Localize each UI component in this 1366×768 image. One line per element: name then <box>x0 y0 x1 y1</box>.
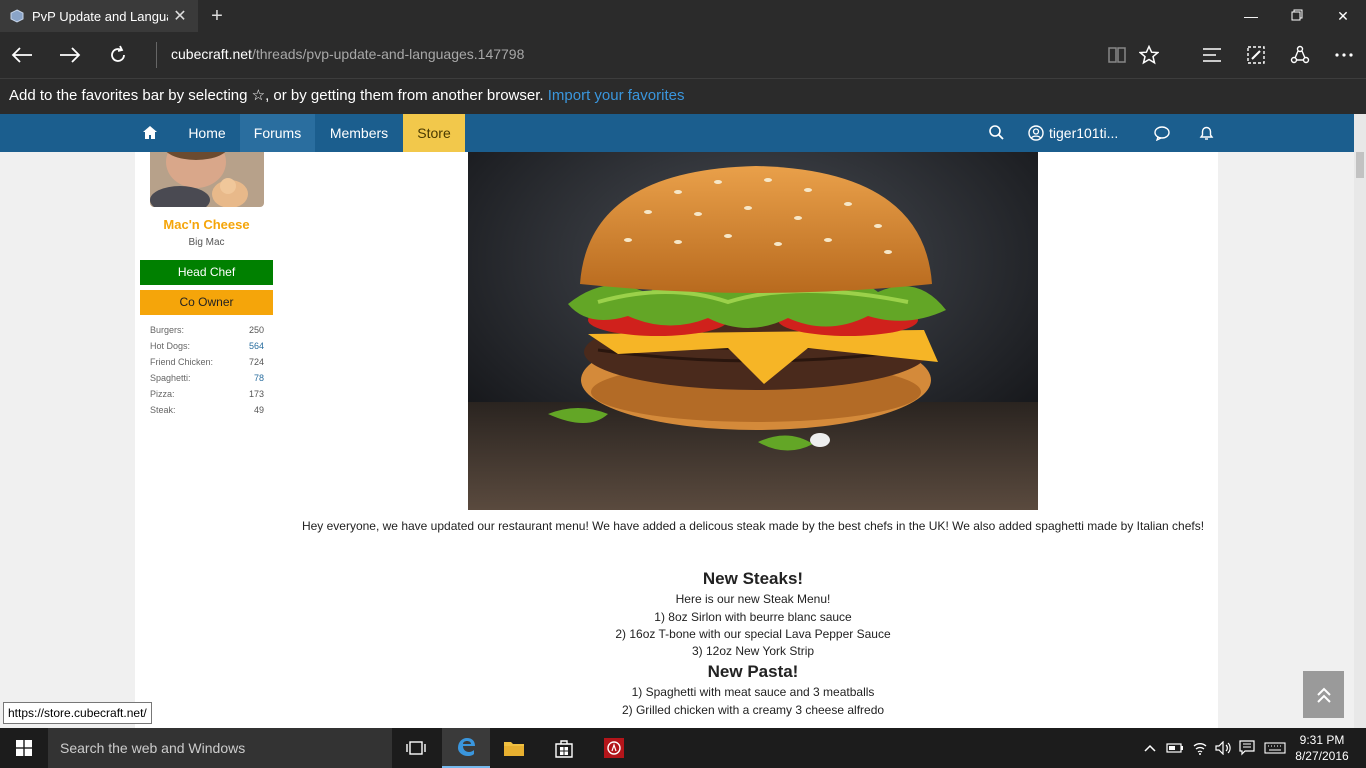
window-close-icon[interactable]: ✕ <box>1320 0 1366 32</box>
page-scrollbar[interactable] <box>1354 114 1366 728</box>
stat-value: 49 <box>253 405 264 415</box>
tab-title: PvP Update and Langua <box>32 8 168 24</box>
profile-title: Big Mac <box>188 237 225 248</box>
url-domain: cubecraft.net <box>171 46 252 62</box>
alerts-bell-icon[interactable] <box>1192 114 1220 152</box>
browser-tab[interactable]: PvP Update and Langua ✕ <box>0 0 198 32</box>
forward-arrow-icon[interactable] <box>54 39 86 71</box>
scroll-to-top-button[interactable] <box>1303 671 1344 718</box>
stat-value[interactable]: 564 <box>249 338 264 354</box>
post-intro: Hey everyone, we have updated our restau… <box>301 519 1205 533</box>
stat-value: 724 <box>248 357 264 367</box>
favorite-star-icon[interactable] <box>1133 39 1165 71</box>
import-favorites-link[interactable]: Import your favorites <box>548 87 685 104</box>
tab-close-icon[interactable]: ✕ <box>168 6 192 26</box>
nav-home[interactable]: Home <box>174 114 240 152</box>
stat-row: Burgers: 250 <box>150 322 264 338</box>
home-icon[interactable] <box>135 114 165 152</box>
steaks-subtitle: Here is our new Steak Menu! <box>675 592 831 606</box>
stat-row: Spaghetti: 78 <box>150 370 264 386</box>
username: tiger101ti... <box>1049 125 1119 141</box>
refresh-icon[interactable] <box>102 39 134 71</box>
new-tab-button[interactable]: + <box>205 4 229 28</box>
url-field[interactable]: cubecraft.net/threads/pvp-update-and-lan… <box>171 46 524 62</box>
hub-icon[interactable] <box>1196 39 1228 71</box>
wifi-icon[interactable] <box>1189 728 1211 768</box>
stat-label: Steak: <box>150 405 176 415</box>
back-arrow-icon[interactable] <box>6 39 38 71</box>
stat-label: Spaghetti: <box>150 373 191 383</box>
keyboard-icon[interactable] <box>1262 728 1288 768</box>
volume-icon[interactable] <box>1212 728 1234 768</box>
scrollbar-thumb[interactable] <box>1356 152 1364 178</box>
taskbar-search-box[interactable]: Search the web and Windows <box>48 728 392 768</box>
banner-head-chef: Head Chef <box>140 260 273 285</box>
windows-taskbar: Search the web and Windows 9:31 PM 8/27/… <box>0 728 1366 768</box>
edge-browser-icon[interactable] <box>442 728 490 768</box>
chevron-up-icon <box>1316 687 1331 703</box>
stat-row: Steak: 49 <box>150 402 264 418</box>
file-explorer-icon[interactable] <box>490 728 538 768</box>
share-icon[interactable] <box>1284 39 1316 71</box>
stat-label: Pizza: <box>150 389 175 399</box>
link-status-tooltip: https://store.cubecraft.net/ <box>3 702 152 724</box>
app-icon[interactable] <box>590 728 638 768</box>
nav-store[interactable]: Store <box>403 114 465 152</box>
stat-value: 250 <box>248 325 264 335</box>
stat-value: 173 <box>248 389 264 399</box>
stat-value[interactable]: 78 <box>254 370 264 386</box>
menu-item: 1) 8oz Sirlon with beurre blanc sauce <box>654 610 852 624</box>
nav-forums[interactable]: Forums <box>240 114 315 152</box>
user-avatar-icon <box>1028 125 1044 141</box>
reading-view-icon[interactable] <box>1101 39 1133 71</box>
steaks-heading: New Steaks! <box>702 569 804 588</box>
site-navigation: Home Forums Members Store tiger101ti... <box>0 114 1354 152</box>
stat-label: Hot Dogs: <box>150 341 191 351</box>
site-favicon-icon <box>10 9 24 23</box>
show-hidden-icons-chevron-icon[interactable] <box>1140 728 1160 768</box>
restore-icon[interactable] <box>1274 0 1320 32</box>
more-menu-icon[interactable] <box>1328 39 1360 71</box>
minimize-icon[interactable]: — <box>1228 0 1274 32</box>
web-note-icon[interactable] <box>1240 39 1272 71</box>
conversations-icon[interactable] <box>1148 114 1176 152</box>
site-search-icon[interactable] <box>982 114 1010 152</box>
post-image-burger <box>468 152 1038 510</box>
pasta-heading: New Pasta! <box>707 662 799 681</box>
stat-label: Burgers: <box>150 325 185 335</box>
banner-co-owner: Co Owner <box>140 290 273 315</box>
stat-label: Friend Chicken: <box>150 357 214 367</box>
task-view-icon[interactable] <box>392 728 440 768</box>
profile-stats: Burgers: 250 Hot Dogs: 564 Friend Chicken:… <box>150 322 264 418</box>
windows-start-icon[interactable] <box>0 728 48 768</box>
menu-item: 3) 12oz New York Strip <box>691 644 815 658</box>
battery-icon[interactable] <box>1164 728 1186 768</box>
nav-members[interactable]: Members <box>315 114 403 152</box>
menu-item: 1) Spaghetti with meat sauce and 3 meatb… <box>631 685 875 699</box>
address-bar: cubecraft.net/threads/pvp-update-and-lan… <box>0 32 1366 78</box>
menu-item: 2) 16oz T-bone with our special Lava Pep… <box>615 627 891 641</box>
browser-titlebar: PvP Update and Langua ✕ + — ✕ <box>0 0 1366 32</box>
profile-name[interactable]: Mac'n Cheese <box>140 217 273 232</box>
clock-date: 8/27/2016 <box>1295 749 1349 763</box>
store-icon[interactable] <box>540 728 588 768</box>
menu-item: 2) Grilled chicken with a creamy 3 chees… <box>621 703 885 717</box>
stat-row: Pizza: 173 <box>150 386 264 402</box>
avatar[interactable] <box>150 152 264 207</box>
action-center-icon[interactable] <box>1236 728 1258 768</box>
stat-row: Friend Chicken: 724 <box>150 354 264 370</box>
favorites-message: Add to the favorites bar by selecting ☆,… <box>9 87 544 104</box>
url-path: /threads/pvp-update-and-languages.147798 <box>251 46 525 62</box>
clock-time: 9:31 PM <box>1299 733 1345 747</box>
user-menu[interactable]: tiger101ti... <box>1028 114 1138 152</box>
favorites-bar: Add to the favorites bar by selecting ☆,… <box>0 78 1366 114</box>
stat-row: Hot Dogs: 564 <box>150 338 264 354</box>
url-separator <box>156 42 157 68</box>
system-clock[interactable]: 9:31 PM 8/27/2016 <box>1290 732 1354 764</box>
